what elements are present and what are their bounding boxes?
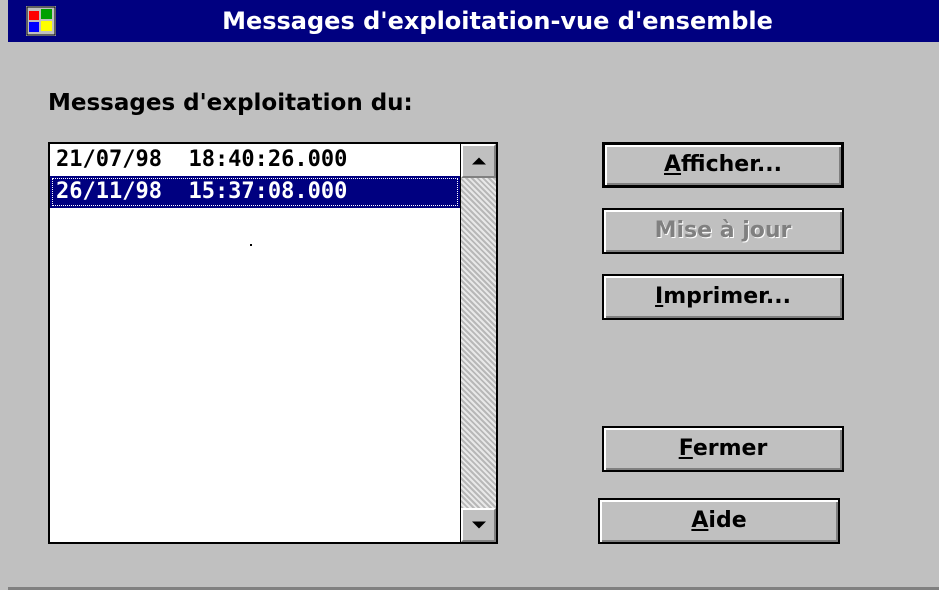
scroll-down-button[interactable] (461, 508, 496, 542)
list-item-selected[interactable]: 26/11/98 15:37:08.000 (50, 176, 460, 208)
fermer-button[interactable]: Fermer (602, 426, 844, 472)
scroll-up-button[interactable] (461, 144, 496, 178)
aide-label: ide (708, 508, 747, 533)
afficher-mnemonic: A (664, 152, 682, 177)
fermer-label: ermer (692, 436, 768, 461)
vertical-scrollbar[interactable] (460, 144, 496, 542)
list-item[interactable]: 21/07/98 18:40:26.000 (50, 144, 460, 176)
mise-a-jour-button[interactable]: Mise à jour (602, 208, 844, 254)
stray-pixel (250, 244, 252, 246)
scroll-up-arrow-icon (471, 157, 486, 165)
imprimer-mnemonic: I (655, 284, 664, 309)
messages-date-label: Messages d'exploitation du: (48, 90, 413, 116)
afficher-button[interactable]: Afficher... (602, 142, 844, 188)
dialog-window: Messages d'exploitation-vue d'ensemble M… (0, 0, 939, 590)
messages-listbox[interactable]: 21/07/98 18:40:26.000 26/11/98 15:37:08.… (48, 142, 498, 544)
imprimer-label: mprimer... (663, 284, 791, 309)
imprimer-button[interactable]: Imprimer... (602, 274, 844, 320)
window-title: Messages d'exploitation-vue d'ensemble (222, 7, 773, 35)
aide-button[interactable]: Aide (598, 498, 840, 544)
listbox-items: 21/07/98 18:40:26.000 26/11/98 15:37:08.… (50, 144, 460, 542)
title-bar: Messages d'exploitation-vue d'ensemble (8, 0, 939, 42)
afficher-label: fficher... (681, 152, 782, 177)
scroll-down-arrow-icon (471, 521, 486, 529)
mise-a-jour-label: Mise à jour (654, 218, 792, 243)
aide-mnemonic: A (691, 508, 709, 533)
fermer-mnemonic: F (678, 436, 693, 461)
